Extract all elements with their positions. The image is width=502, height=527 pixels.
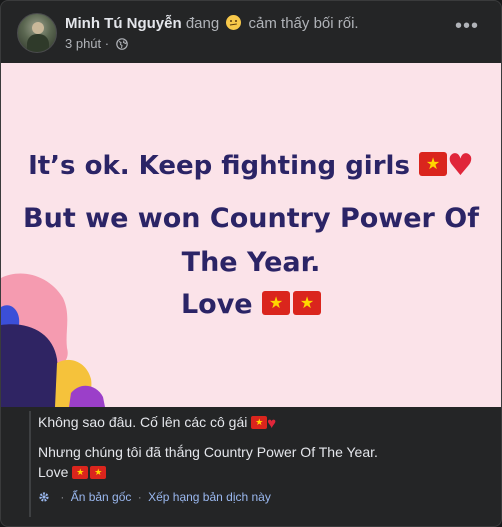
image-line-1: It’s ok. Keep fighting girls ★ ♥ (1, 148, 501, 183)
rate-translation-link[interactable]: Xếp hạng bản dịch này (148, 490, 271, 504)
vietnam-flag-icon: ★ (72, 466, 89, 479)
globe-icon[interactable] (115, 38, 128, 50)
image-line-4: Love ★ ★ (1, 289, 501, 320)
translation-line-2: Nhưng chúng tôi đã thắng Country Power O… (38, 444, 378, 460)
meta-separator: · (104, 36, 110, 51)
avatar[interactable] (17, 13, 57, 53)
image-line-3: The Year. (181, 247, 321, 278)
hide-original-link[interactable]: Ẩn bản gốc (71, 490, 132, 504)
vietnam-flag-icon: ★ (419, 152, 447, 176)
translation-line-1: Không sao đâu. Cố lên các cô gái ★ ♥ (38, 413, 276, 433)
feeling-text[interactable]: cảm thấy bối rối. (249, 15, 359, 32)
more-options-icon[interactable]: ••• (451, 16, 483, 45)
image-line-2: But we won Country Power Of (23, 203, 479, 234)
post-meta: 3 phút · (65, 36, 128, 52)
feeling-prefix: đang (185, 15, 220, 32)
vietnam-flag-icon: ★ (262, 291, 291, 315)
actions-separator: · (60, 490, 65, 504)
image-line-4-text: Love (180, 289, 253, 320)
vietnam-flag-icon: ★ (293, 291, 322, 315)
post-time[interactable]: 3 phút (65, 36, 101, 51)
post-header: Minh Tú Nguyễn đang cảm thấy bối rối. 3 … (1, 1, 501, 63)
red-heart-icon: ♥ (447, 148, 474, 183)
translation-actions: · Ẩn bản gốc · Xếp hạng bản dịch này (38, 489, 271, 505)
vietnam-flag-icon: ★ (90, 466, 107, 479)
vietnam-flag-icon: ★ (251, 416, 268, 429)
header-line: Minh Tú Nguyễn đang cảm thấy bối rối. (65, 14, 359, 33)
author-name[interactable]: Minh Tú Nguyễn (65, 15, 182, 32)
avatar-body (27, 34, 49, 52)
translation-divider (29, 411, 31, 517)
actions-separator: · (137, 490, 142, 504)
post-image[interactable]: It’s ok. Keep fighting girls ★ ♥ But we w… (1, 63, 501, 407)
women-silhouettes-art (1, 273, 105, 407)
image-line-1-text: It’s ok. Keep fighting girls (28, 151, 410, 181)
translation-line-3-text: Love (38, 464, 69, 480)
gear-icon[interactable] (38, 491, 50, 503)
translation-line-1-text: Không sao đâu. Cố lên các cô gái (38, 414, 248, 430)
translation-block: Không sao đâu. Cố lên các cô gái ★ ♥ Nhưn… (1, 407, 501, 526)
confused-face-emoji-icon (226, 15, 242, 30)
avatar-head (32, 22, 44, 34)
post-card: Minh Tú Nguyễn đang cảm thấy bối rối. 3 … (0, 0, 502, 527)
red-heart-icon: ♥ (267, 415, 277, 432)
translation-line-3: Love ★ ★ (38, 463, 107, 481)
